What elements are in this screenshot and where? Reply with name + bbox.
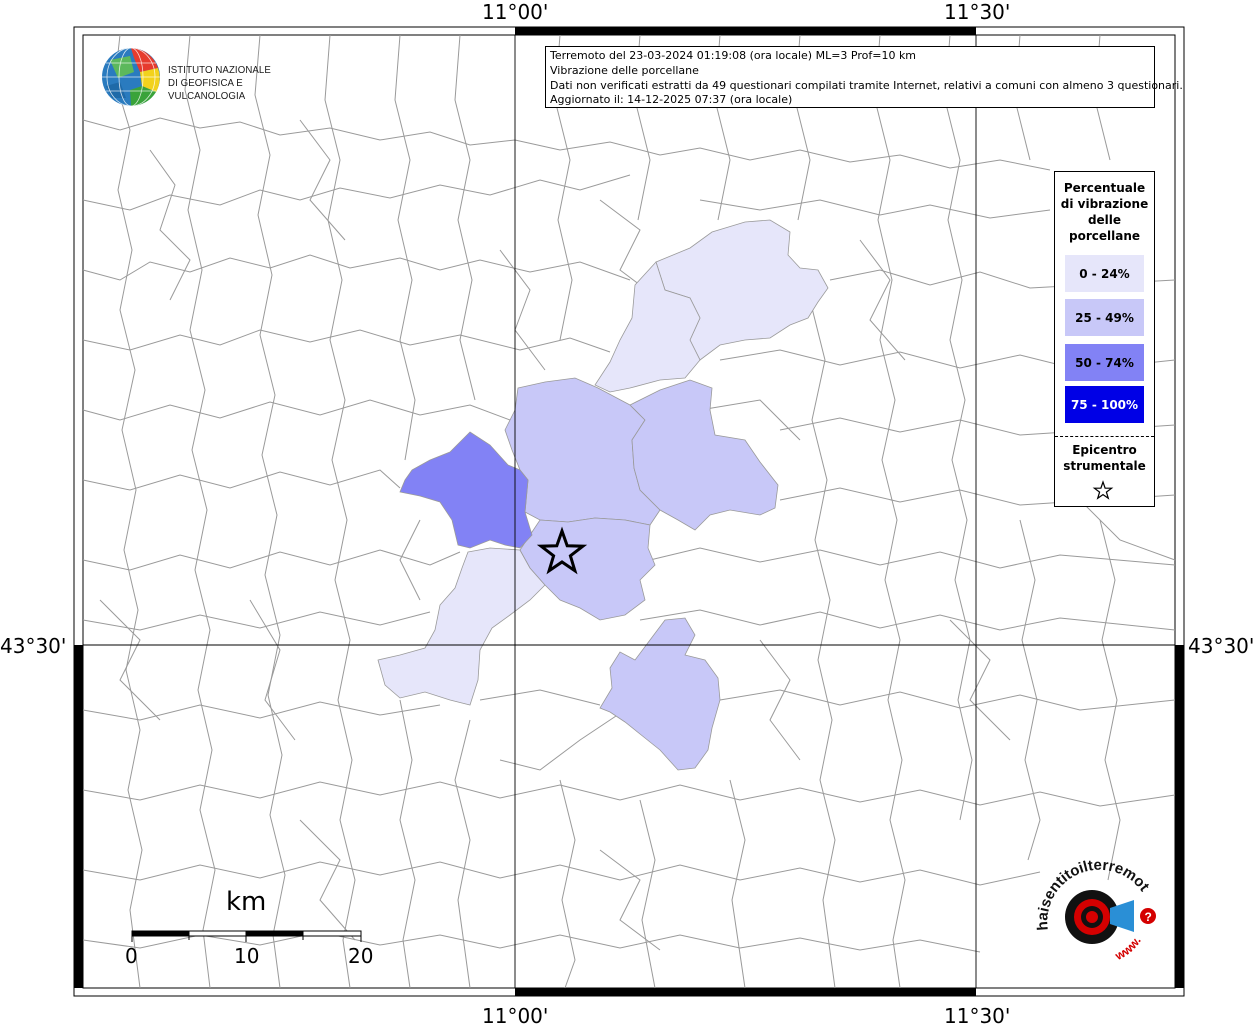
brand-prefix: www. <box>1112 934 1144 963</box>
ingv-logo-text: ISTITUTO NAZIONALE DI GEOFISICA E VULCAN… <box>168 64 308 103</box>
legend-epicenter-line-2: strumentale <box>1063 459 1146 473</box>
globe-icon <box>102 47 160 107</box>
coord-bottom-right: 11°30' <box>944 1004 1011 1028</box>
scale-tick-20: 20 <box>348 944 374 968</box>
data-note: Dati non verificati estratti da 49 quest… <box>550 78 1183 92</box>
legend-title-line-1: Percentuale <box>1063 181 1146 195</box>
legend-separator <box>1055 436 1154 437</box>
coord-top-left: 11°00' <box>482 0 549 24</box>
coord-left-lat: 43°30' <box>0 634 67 658</box>
scale-tick-10: 10 <box>234 944 260 968</box>
frame-bar-bottom <box>515 988 976 996</box>
legend-class-50-74: 50 - 74% <box>1065 344 1144 381</box>
ingv-logo: ISTITUTO NAZIONALE DI GEOFISICA E VULCAN… <box>100 46 320 112</box>
svg-text:?: ? <box>1145 910 1152 924</box>
event-title: Terremoto del 23-03-2024 01:19:08 (ora l… <box>550 49 917 62</box>
legend-epicenter-line-1: Epicentro <box>1072 443 1137 457</box>
frame-bar-right <box>1175 645 1184 988</box>
legend-title-line-2: di vibrazione <box>1060 197 1149 211</box>
coord-top-right: 11°30' <box>944 0 1011 24</box>
legend-class-75-100: 75 - 100% <box>1065 386 1144 423</box>
legend-epicenter-label: Epicentro strumentale <box>1055 442 1154 474</box>
legend-title-line-3: delle <box>1087 213 1122 227</box>
legend: Percentuale di vibrazione delle porcella… <box>1054 171 1155 507</box>
logo-line-2: DI GEOFISICA E VULCANOLOGIA <box>168 77 246 102</box>
coord-bottom-left: 11°00' <box>482 1004 549 1028</box>
logo-line-1: ISTITUTO NAZIONALE <box>168 64 271 76</box>
frame-bar-top <box>515 27 976 35</box>
haisentito-logo: haisentitoilterremoto.it www. ? <box>1030 852 1156 963</box>
frame-bar-left <box>74 645 83 988</box>
map-subject: Vibrazione delle porcellane <box>550 63 699 77</box>
scale-unit: km <box>226 887 267 917</box>
legend-title: Percentuale di vibrazione delle porcella… <box>1055 180 1154 244</box>
event-info-box: Terremoto del 23-03-2024 01:19:08 (ora l… <box>545 46 1183 108</box>
coord-right-lat: 43°30' <box>1188 634 1255 658</box>
legend-star-icon <box>1092 480 1114 500</box>
legend-class-25-49: 25 - 49% <box>1065 299 1144 336</box>
update-time: Aggiornato il: 14-12-2025 07:37 (ora loc… <box>550 93 793 107</box>
scale-tick-0: 0 <box>125 944 138 968</box>
legend-title-line-4: porcellane <box>1068 229 1140 243</box>
legend-class-0-24: 0 - 24% <box>1065 255 1144 292</box>
